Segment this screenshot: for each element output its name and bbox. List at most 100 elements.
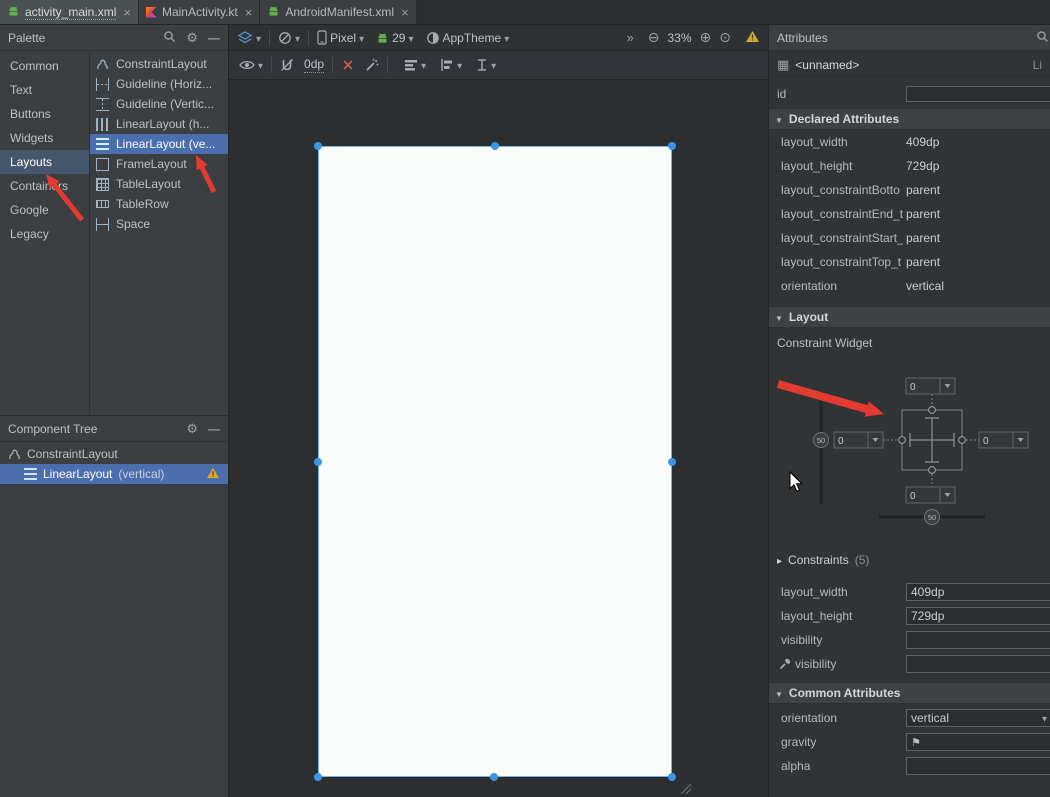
anchor-top[interactable] xyxy=(929,407,936,414)
attr-value[interactable]: vertical xyxy=(906,279,944,293)
anchor-left[interactable] xyxy=(899,437,906,444)
category-common[interactable]: Common xyxy=(0,54,89,78)
attr-value[interactable]: parent xyxy=(906,231,940,245)
device-artboard[interactable] xyxy=(318,146,672,777)
id-field[interactable] xyxy=(906,86,1050,102)
layout-height-field[interactable]: 729dp xyxy=(906,607,1050,625)
minimize-icon[interactable] xyxy=(208,422,220,436)
design-mode-button[interactable] xyxy=(237,31,261,45)
attr-row[interactable]: orientation vertical xyxy=(769,274,1050,298)
attr-value[interactable]: parent xyxy=(906,207,940,221)
margin-bottom-combo[interactable]: 0 xyxy=(906,487,955,503)
palette-item-space[interactable]: Space xyxy=(90,214,228,234)
default-margin-selector[interactable]: 0dp xyxy=(304,57,324,73)
attr-value[interactable]: parent xyxy=(906,255,940,269)
resize-handle-top-center[interactable] xyxy=(491,142,499,150)
search-icon[interactable] xyxy=(163,30,176,46)
horizontal-bias-slider[interactable]: 50 xyxy=(925,510,940,525)
category-legacy[interactable]: Legacy xyxy=(0,222,89,246)
minimize-icon[interactable] xyxy=(208,31,220,45)
anchor-bottom[interactable] xyxy=(929,467,936,474)
zoom-to-fit-button[interactable] xyxy=(719,29,731,46)
tab-androidmanifest-xml[interactable]: AndroidManifest.xml xyxy=(260,0,416,24)
palette-item-guideline-horizontal[interactable]: Guideline (Horiz... xyxy=(90,74,228,94)
section-declared-attributes[interactable]: Declared Attributes xyxy=(769,108,1050,130)
resize-handle-bottom-left[interactable] xyxy=(314,773,322,781)
clear-constraints-button[interactable] xyxy=(341,58,355,72)
layout-width-field[interactable]: 409dp xyxy=(906,583,1050,601)
view-options-button[interactable] xyxy=(239,58,263,72)
vertical-bias-slider[interactable]: 50 xyxy=(814,433,829,448)
flag-icon[interactable] xyxy=(911,735,921,749)
guidelines-button[interactable] xyxy=(476,58,496,72)
device-selector[interactable]: Pixel xyxy=(317,30,364,45)
zoom-out-button[interactable] xyxy=(648,29,660,46)
resize-handle-bottom-center[interactable] xyxy=(490,773,498,781)
anchor-right[interactable] xyxy=(959,437,966,444)
tab-mainactivity-kt[interactable]: MainActivity.kt xyxy=(139,0,260,24)
attr-value[interactable]: 409dp xyxy=(906,135,939,149)
palette-item-tablelayout[interactable]: TableLayout xyxy=(90,174,228,194)
pack-button[interactable] xyxy=(404,58,426,72)
section-common-attributes[interactable]: Common Attributes xyxy=(769,682,1050,704)
attr-value[interactable]: 729dp xyxy=(906,159,939,173)
category-layouts[interactable]: Layouts xyxy=(0,150,89,174)
close-icon[interactable] xyxy=(123,5,131,20)
close-icon[interactable] xyxy=(245,5,253,20)
search-icon[interactable] xyxy=(1036,30,1049,46)
margin-right-combo[interactable]: 0 xyxy=(979,432,1028,448)
resize-handle-middle-left[interactable] xyxy=(314,458,322,466)
orientation-dropdown[interactable]: vertical xyxy=(906,709,1050,727)
palette-item-tablerow[interactable]: TableRow xyxy=(90,194,228,214)
warning-icon[interactable] xyxy=(206,467,220,482)
infer-constraints-button[interactable] xyxy=(365,58,379,72)
theme-selector[interactable]: AppTheme xyxy=(426,31,510,45)
palette-item-guideline-vertical[interactable]: Guideline (Vertic... xyxy=(90,94,228,114)
category-buttons[interactable]: Buttons xyxy=(0,102,89,126)
zoom-in-button[interactable] xyxy=(700,29,712,46)
category-containers[interactable]: Containers xyxy=(0,174,89,198)
tab-activity-main-xml[interactable]: activity_main.xml xyxy=(0,0,139,24)
visibility-field[interactable] xyxy=(906,631,1050,649)
attr-row[interactable]: layout_constraintBotto parent xyxy=(769,178,1050,202)
palette-item-framelayout[interactable]: FrameLayout xyxy=(90,154,228,174)
orientation-button[interactable] xyxy=(278,31,300,45)
palette-item-constraintlayout[interactable]: ConstraintLayout xyxy=(90,54,228,74)
tree-item-constraintlayout[interactable]: ConstraintLayout xyxy=(0,444,228,464)
selected-component-row[interactable]: <unnamed> Li xyxy=(769,53,1050,77)
autoconnect-toggle[interactable] xyxy=(280,58,294,72)
warnings-button[interactable] xyxy=(745,30,760,46)
attr-row[interactable]: layout_constraintStart_ parent xyxy=(769,226,1050,250)
constraint-widget[interactable]: 0 0 0 xyxy=(769,354,1050,532)
margin-top-combo[interactable]: 0 xyxy=(906,378,955,394)
attr-row[interactable]: layout_height 729dp xyxy=(769,154,1050,178)
resize-handle-bottom-right[interactable] xyxy=(668,773,676,781)
palette-item-linearlayout-horizontal[interactable]: LinearLayout (h... xyxy=(90,114,228,134)
gravity-field[interactable] xyxy=(906,733,1050,751)
design-surface[interactable] xyxy=(229,80,768,797)
toolbar-overflow-icon[interactable] xyxy=(627,30,634,45)
close-icon[interactable] xyxy=(401,5,409,20)
gear-icon[interactable] xyxy=(186,30,198,46)
attr-row[interactable]: layout_constraintEnd_t parent xyxy=(769,202,1050,226)
resize-handle-middle-right[interactable] xyxy=(668,458,676,466)
api-selector[interactable]: 29 xyxy=(376,31,413,45)
category-text[interactable]: Text xyxy=(0,78,89,102)
tools-visibility-field[interactable] xyxy=(906,655,1050,673)
resize-handle-top-left[interactable] xyxy=(314,142,322,150)
gear-icon[interactable] xyxy=(186,421,198,437)
align-button[interactable] xyxy=(440,58,462,72)
alpha-field[interactable] xyxy=(906,757,1050,775)
margin-left-combo[interactable]: 0 xyxy=(834,432,883,448)
canvas-resize-grip[interactable] xyxy=(677,780,693,796)
attr-value[interactable]: parent xyxy=(906,183,940,197)
attr-row[interactable]: layout_width 409dp xyxy=(769,130,1050,154)
constraints-group[interactable]: Constraints (5) xyxy=(769,550,1050,570)
palette-item-linearlayout-vertical[interactable]: LinearLayout (ve... xyxy=(90,134,228,154)
tree-item-linearlayout[interactable]: LinearLayout (vertical) xyxy=(0,464,228,484)
attr-row[interactable]: layout_constraintTop_t parent xyxy=(769,250,1050,274)
category-google[interactable]: Google xyxy=(0,198,89,222)
resize-handle-top-right[interactable] xyxy=(668,142,676,150)
category-widgets[interactable]: Widgets xyxy=(0,126,89,150)
section-layout[interactable]: Layout xyxy=(769,306,1050,328)
